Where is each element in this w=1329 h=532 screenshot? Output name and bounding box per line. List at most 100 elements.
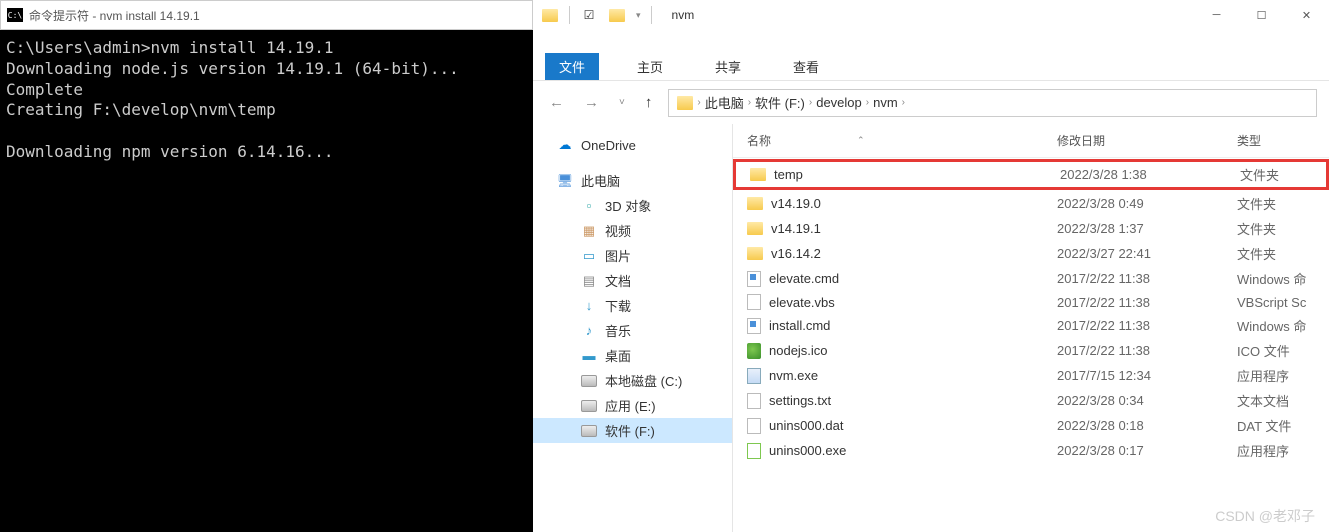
- sidebar-item-music[interactable]: ♪ 音乐: [533, 318, 732, 343]
- breadcrumb[interactable]: › 此电脑 › 软件 (F:) › develop › nvm ›: [668, 89, 1317, 117]
- file-row[interactable]: elevate.cmd2017/2/22 11:38Windows 命: [733, 266, 1329, 291]
- file-icon: [747, 271, 761, 287]
- file-row[interactable]: v16.14.22022/3/27 22:41文件夹: [733, 241, 1329, 266]
- file-name: settings.txt: [769, 393, 831, 408]
- explorer-content: ☁ OneDrive 🖥 此电脑 ▫ 3D 对象 ▦ 视频 ▭ 图片 ▤: [533, 124, 1329, 532]
- file-date: 2022/3/28 0:34: [1057, 393, 1237, 408]
- music-icon: ♪: [581, 323, 597, 339]
- file-row[interactable]: unins000.exe2022/3/28 0:17应用程序: [733, 438, 1329, 463]
- file-icon: [747, 443, 761, 459]
- file-type: 文本文档: [1237, 391, 1329, 410]
- maximize-button[interactable]: ☐: [1239, 1, 1284, 29]
- file-row[interactable]: nodejs.ico2017/2/22 11:38ICO 文件: [733, 338, 1329, 363]
- pc-icon: 🖥: [557, 173, 573, 189]
- qat-dropdown-icon[interactable]: ▾: [636, 10, 641, 21]
- tab-file[interactable]: 文件: [545, 53, 599, 80]
- file-list: 名称 ⌃ 修改日期 类型 temp2022/3/28 1:38文件夹v14.19…: [733, 124, 1329, 532]
- window-title: nvm: [672, 8, 695, 22]
- file-row[interactable]: temp2022/3/28 1:38文件夹: [733, 159, 1329, 190]
- folder-icon: [747, 247, 763, 260]
- minimize-button[interactable]: ─: [1194, 1, 1239, 29]
- sidebar-item-onedrive[interactable]: ☁ OneDrive: [533, 134, 732, 156]
- sidebar-item-videos[interactable]: ▦ 视频: [533, 218, 732, 243]
- folder-icon: [747, 222, 763, 235]
- breadcrumb-item[interactable]: develop: [816, 95, 862, 110]
- close-button[interactable]: ✕: [1284, 1, 1329, 29]
- file-date: 2017/2/22 11:38: [1057, 318, 1237, 333]
- column-header-name[interactable]: 名称 ⌃: [747, 132, 1057, 149]
- file-date: 2017/2/22 11:38: [1057, 295, 1237, 310]
- terminal-output[interactable]: C:\Users\admin>nvm install 14.19.1 Downl…: [0, 30, 533, 171]
- video-icon: ▦: [581, 223, 597, 239]
- file-name: nvm.exe: [769, 368, 818, 383]
- chevron-right-icon[interactable]: ›: [697, 97, 700, 108]
- file-type: VBScript Sc: [1237, 295, 1329, 310]
- file-date: 2022/3/28 1:38: [1060, 167, 1240, 182]
- file-name: v14.19.0: [771, 196, 821, 211]
- properties-icon[interactable]: ☑: [580, 6, 598, 24]
- cmd-icon: C:\: [7, 8, 23, 22]
- sidebar-item-downloads[interactable]: ↓ 下载: [533, 293, 732, 318]
- file-name: install.cmd: [769, 318, 830, 333]
- file-date: 2022/3/27 22:41: [1057, 246, 1237, 261]
- file-row[interactable]: unins000.dat2022/3/28 0:18DAT 文件: [733, 413, 1329, 438]
- tab-home[interactable]: 主页: [623, 53, 677, 80]
- sort-indicator-icon: ⌃: [857, 135, 865, 146]
- file-row[interactable]: nvm.exe 2017/7/15 12:34应用程序: [733, 363, 1329, 388]
- chevron-right-icon[interactable]: ›: [809, 97, 812, 108]
- disk-icon: [581, 375, 597, 387]
- recent-dropdown-icon[interactable]: ˅: [615, 95, 629, 110]
- column-headers: 名称 ⌃ 修改日期 类型: [733, 124, 1329, 158]
- tab-view[interactable]: 查看: [779, 53, 833, 80]
- sidebar-item-documents[interactable]: ▤ 文档: [533, 268, 732, 293]
- ribbon-tabs: 文件 主页 共享 查看: [533, 52, 1329, 80]
- file-row[interactable]: install.cmd2017/2/22 11:38Windows 命: [733, 313, 1329, 338]
- file-name: unins000.dat: [769, 418, 843, 433]
- file-type: 文件夹: [1237, 244, 1329, 263]
- file-row[interactable]: v14.19.12022/3/28 1:37文件夹: [733, 216, 1329, 241]
- column-header-date[interactable]: 修改日期: [1057, 132, 1237, 149]
- file-type: Windows 命: [1237, 269, 1329, 288]
- file-date: 2022/3/28 0:49: [1057, 196, 1237, 211]
- file-date: 2022/3/28 1:37: [1057, 221, 1237, 236]
- file-icon: [747, 343, 761, 359]
- file-date: 2017/2/22 11:38: [1057, 271, 1237, 286]
- forward-button[interactable]: →: [580, 92, 603, 113]
- breadcrumb-item[interactable]: nvm: [873, 95, 898, 110]
- sidebar-item-diskc[interactable]: 本地磁盘 (C:): [533, 368, 732, 393]
- terminal-titlebar[interactable]: C:\ 命令提示符 - nvm install 14.19.1: [0, 0, 533, 30]
- back-button[interactable]: ←: [545, 92, 568, 113]
- sidebar-item-3dobjects[interactable]: ▫ 3D 对象: [533, 193, 732, 218]
- file-name: elevate.vbs: [769, 295, 835, 310]
- file-name: temp: [774, 167, 803, 182]
- file-row[interactable]: v14.19.02022/3/28 0:49文件夹: [733, 191, 1329, 216]
- file-type: 文件夹: [1237, 219, 1329, 238]
- sidebar-item-desktop[interactable]: ▬ 桌面: [533, 343, 732, 368]
- sidebar-item-diske[interactable]: 应用 (E:): [533, 393, 732, 418]
- folder-icon: [750, 168, 766, 181]
- file-type: 应用程序: [1237, 366, 1329, 385]
- column-header-type[interactable]: 类型: [1237, 132, 1329, 149]
- chevron-right-icon[interactable]: ›: [866, 97, 869, 108]
- sidebar-item-thispc[interactable]: 🖥 此电脑: [533, 168, 732, 193]
- up-button[interactable]: ↑: [641, 92, 657, 113]
- breadcrumb-item[interactable]: 此电脑: [705, 93, 744, 112]
- terminal-window: C:\ 命令提示符 - nvm install 14.19.1 C:\Users…: [0, 0, 533, 532]
- chevron-right-icon[interactable]: ›: [748, 97, 751, 108]
- sidebar-item-diskf[interactable]: 软件 (F:): [533, 418, 732, 443]
- file-date: 2017/7/15 12:34: [1057, 368, 1237, 383]
- document-icon: ▤: [581, 273, 597, 289]
- picture-icon: ▭: [581, 248, 597, 264]
- chevron-right-icon[interactable]: ›: [902, 97, 905, 108]
- tab-share[interactable]: 共享: [701, 53, 755, 80]
- file-icon: [747, 418, 761, 434]
- folder-icon: [541, 6, 559, 24]
- file-row[interactable]: elevate.vbs 2017/2/22 11:38VBScript Sc: [733, 291, 1329, 313]
- file-row[interactable]: settings.txt 2022/3/28 0:34文本文档: [733, 388, 1329, 413]
- file-date: 2022/3/28 0:18: [1057, 418, 1237, 433]
- navigation-bar: ← → ˅ ↑ › 此电脑 › 软件 (F:) › develop › nvm …: [533, 80, 1329, 124]
- sidebar-item-pictures[interactable]: ▭ 图片: [533, 243, 732, 268]
- watermark: CSDN @老邓子: [1215, 506, 1315, 526]
- breadcrumb-item[interactable]: 软件 (F:): [755, 93, 805, 112]
- file-date: 2017/2/22 11:38: [1057, 343, 1237, 358]
